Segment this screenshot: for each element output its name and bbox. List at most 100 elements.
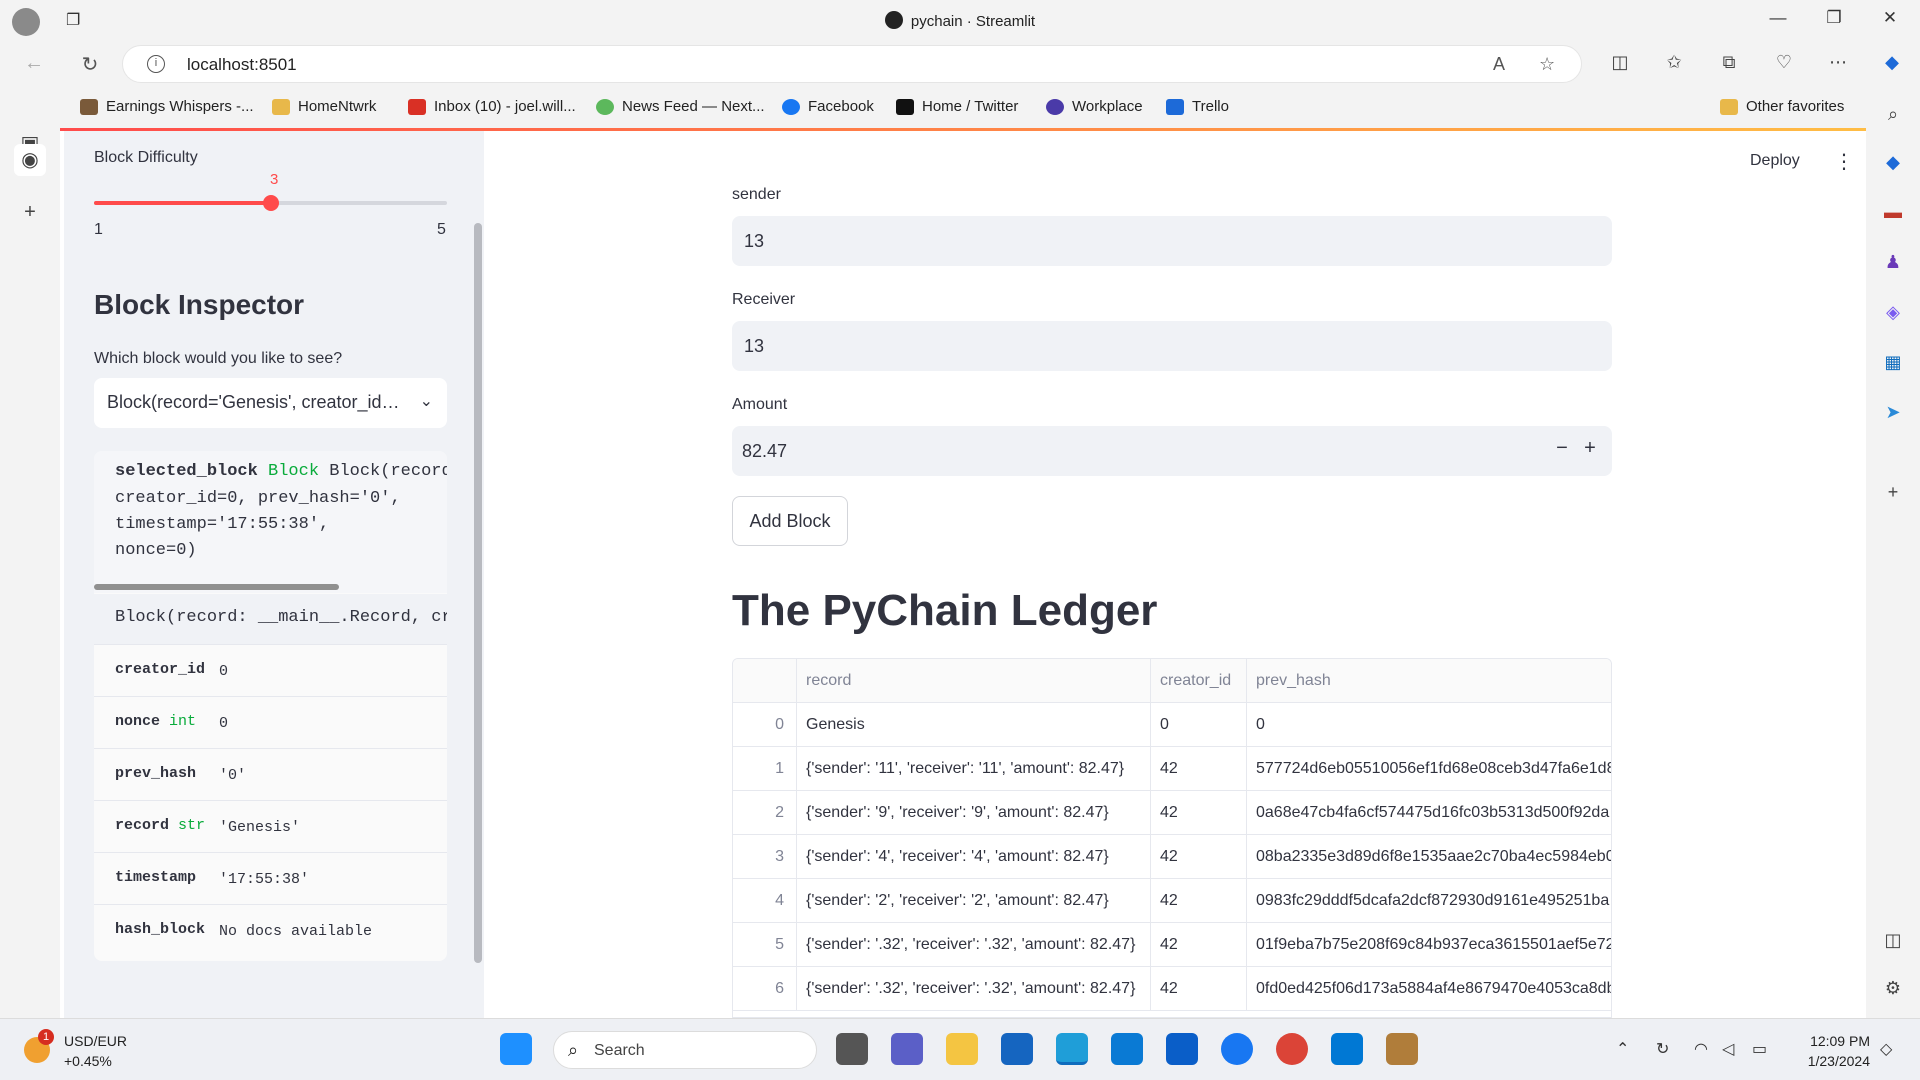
block-select[interactable]: Block(record='Genesis', creator_id=0, pr… (94, 378, 447, 428)
site-info-icon[interactable]: i (147, 55, 165, 73)
bookmark-earnings-whispers[interactable]: Earnings Whispers -... (80, 98, 254, 115)
prev-hash-cell[interactable]: 0fd0ed425f06d173a5884af4e8679470e4053ca8… (1247, 967, 1611, 1011)
table-row[interactable]: 4 {'sender': '2', 'receiver': '2', 'amou… (733, 879, 1611, 923)
add-sidebar-app-icon[interactable]: + (1879, 478, 1907, 506)
sender-input[interactable]: 13 (732, 216, 1612, 266)
prev-hash-cell[interactable]: 01f9eba7b75e208f69c84b937eca3615501aef5e… (1247, 923, 1611, 967)
task-view-icon[interactable] (836, 1033, 868, 1065)
record-cell[interactable]: Genesis (797, 703, 1151, 747)
column-header-prev-hash[interactable]: prev_hash (1247, 659, 1611, 703)
table-row[interactable]: 5 {'sender': '.32', 'receiver': '.32', '… (733, 923, 1611, 967)
record-cell[interactable]: {'sender': '11', 'receiver': '11', 'amou… (797, 747, 1151, 791)
sidebar-scrollbar[interactable] (474, 223, 482, 963)
refresh-icon[interactable]: ↻ (76, 52, 104, 77)
column-header-index[interactable] (733, 659, 797, 703)
prev-hash-cell[interactable]: 0a68e47cb4fa6cf574475d16fc03b5313d500f92… (1247, 791, 1611, 835)
send-icon[interactable]: ➤ (1879, 398, 1907, 426)
facebook-app-icon[interactable] (1221, 1033, 1253, 1065)
restore-button[interactable]: ❐ (1814, 8, 1854, 28)
creator-id-cell[interactable]: 42 (1151, 923, 1247, 967)
bookmark-trello[interactable]: Trello (1166, 98, 1229, 115)
record-cell[interactable]: {'sender': '.32', 'receiver': '.32', 'am… (797, 967, 1151, 1011)
creator-id-cell[interactable]: 42 (1151, 879, 1247, 923)
onedrive-icon[interactable] (1166, 1033, 1198, 1065)
hide-sidebar-icon[interactable]: ◫ (1879, 926, 1907, 954)
minimize-button[interactable]: — (1758, 8, 1798, 28)
search-icon[interactable]: ⌕ (1879, 100, 1907, 128)
bookmark-news-feed[interactable]: News Feed — Next... (596, 98, 765, 115)
wifi-icon[interactable]: ◠ (1694, 1039, 1708, 1059)
microsoft-365-icon[interactable]: ◈ (1879, 298, 1907, 326)
prev-hash-cell[interactable]: 08ba2335e3d89d6f8e1535aae2c70ba4ec5984eb… (1247, 835, 1611, 879)
favorite-star-icon[interactable]: ☆ (1539, 54, 1555, 75)
column-header-creator-id[interactable]: creator_id (1151, 659, 1247, 703)
table-row[interactable]: 1 {'sender': '11', 'receiver': '11', 'am… (733, 747, 1611, 791)
close-button[interactable]: ✕ (1870, 8, 1910, 28)
start-windows-icon[interactable] (500, 1033, 532, 1065)
bookmark-inbox[interactable]: Inbox (10) - joel.will... (408, 98, 576, 115)
notifications-bell-icon[interactable]: ◇ (1880, 1039, 1892, 1059)
prev-hash-cell[interactable]: 0983fc29dddf5dcafa2dcf872930d9161e495251… (1247, 879, 1611, 923)
settings-gear-icon[interactable]: ⚙ (1879, 974, 1907, 1002)
creator-id-cell[interactable]: 42 (1151, 835, 1247, 879)
record-cell[interactable]: {'sender': '.32', 'receiver': '.32', 'am… (797, 923, 1151, 967)
back-icon[interactable]: ← (20, 52, 48, 75)
more-menu-icon[interactable]: ⋯ (1824, 52, 1852, 73)
shopping-icon[interactable]: ◆ (1879, 148, 1907, 176)
file-explorer-icon[interactable] (946, 1033, 978, 1065)
ledger-table[interactable]: record creator_id prev_hash 0 Genesis 0 … (732, 658, 1612, 1018)
vscode-icon[interactable] (1331, 1033, 1363, 1065)
record-cell[interactable]: {'sender': '2', 'receiver': '2', 'amount… (797, 879, 1151, 923)
creator-id-cell[interactable]: 42 (1151, 967, 1247, 1011)
address-bar[interactable]: i localhost:8501 A ☆ (122, 45, 1582, 83)
receiver-input[interactable]: 13 (732, 321, 1612, 371)
battery-icon[interactable]: ▭ (1752, 1039, 1767, 1059)
active-tab-streamlit-icon[interactable]: ◉ (14, 144, 46, 176)
difficulty-slider[interactable] (94, 195, 447, 211)
increment-button[interactable]: + (1578, 437, 1602, 460)
copilot-icon[interactable]: ◆ (1878, 52, 1906, 73)
help-horizontal-scrollbar[interactable] (94, 584, 339, 590)
outlook-icon[interactable]: ▦ (1879, 348, 1907, 376)
cortana-icon[interactable] (1111, 1033, 1143, 1065)
deploy-button[interactable]: Deploy (1750, 152, 1800, 170)
app-icon[interactable] (1386, 1033, 1418, 1065)
main-menu-icon[interactable]: ⋮ (1834, 149, 1854, 174)
table-row[interactable]: 3 {'sender': '4', 'receiver': '4', 'amou… (733, 835, 1611, 879)
read-aloud-icon[interactable]: A (1493, 54, 1505, 75)
column-header-record[interactable]: record (797, 659, 1151, 703)
creator-id-cell[interactable]: 42 (1151, 747, 1247, 791)
store-icon[interactable] (1001, 1033, 1033, 1065)
amount-number-input[interactable]: 82.47 − + (732, 426, 1612, 476)
split-screen-icon[interactable]: ◫ (1606, 52, 1634, 73)
table-row[interactable]: 2 {'sender': '9', 'receiver': '9', 'amou… (733, 791, 1611, 835)
table-row[interactable]: 0 Genesis 0 0 (733, 703, 1611, 747)
taskbar-search[interactable]: ⌕ Search (553, 1031, 817, 1069)
prev-hash-cell[interactable]: 0 (1247, 703, 1611, 747)
record-cell[interactable]: {'sender': '4', 'receiver': '4', 'amount… (797, 835, 1151, 879)
bookmark-facebook[interactable]: Facebook (782, 98, 874, 115)
bookmark-workplace[interactable]: Workplace (1046, 98, 1143, 115)
url-text[interactable]: localhost:8501 (187, 55, 297, 75)
collections-icon[interactable]: ⧉ (1715, 52, 1743, 73)
show-hidden-icons-icon[interactable]: ⌃ (1616, 1039, 1629, 1059)
system-clock[interactable]: 12:09 PM 1/23/2024 (1790, 1031, 1870, 1071)
table-row[interactable]: 6 {'sender': '.32', 'receiver': '.32', '… (733, 967, 1611, 1011)
favorites-icon[interactable]: ✩ (1660, 52, 1688, 73)
games-icon[interactable]: ♟ (1879, 248, 1907, 276)
browser-essentials-icon[interactable]: ♡ (1770, 52, 1798, 73)
chrome-icon[interactable] (1276, 1033, 1308, 1065)
creator-id-cell[interactable]: 0 (1151, 703, 1247, 747)
slider-thumb[interactable] (262, 195, 279, 211)
volume-icon[interactable]: ◁ (1722, 1039, 1734, 1059)
other-favorites[interactable]: Other favorites (1720, 98, 1844, 115)
add-block-button[interactable]: Add Block (732, 496, 848, 546)
sync-icon[interactable]: ↻ (1656, 1039, 1669, 1059)
edge-icon[interactable] (1056, 1033, 1088, 1065)
bookmark-twitter[interactable]: Home / Twitter (896, 98, 1018, 115)
teams-icon[interactable] (891, 1033, 923, 1065)
new-tab-icon[interactable]: + (14, 196, 46, 228)
tools-icon[interactable]: ▬ (1879, 198, 1907, 226)
record-cell[interactable]: {'sender': '9', 'receiver': '9', 'amount… (797, 791, 1151, 835)
decrement-button[interactable]: − (1550, 437, 1574, 460)
